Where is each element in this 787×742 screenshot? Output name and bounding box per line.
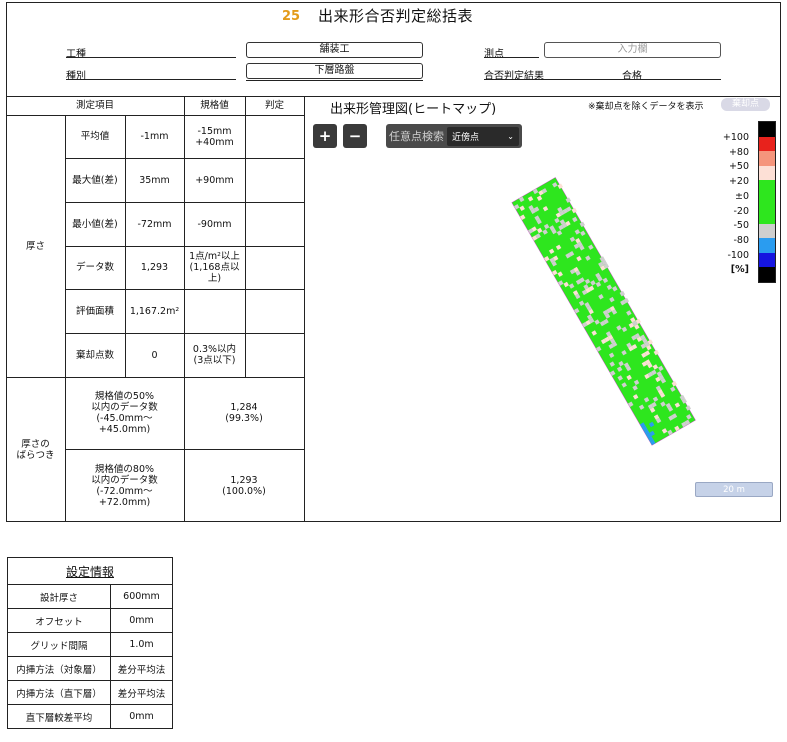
row-label: 評価面積 (75, 305, 114, 317)
settings-value: 600mm (110, 584, 173, 609)
point-search: 任意点検索 近傍点 ⌄ (386, 124, 522, 148)
legend-swatch (759, 180, 775, 209)
legend-swatch (759, 267, 775, 282)
row-spec: -15mm +40mm (195, 125, 234, 148)
legend-swatch (759, 223, 775, 238)
row-label: 最小値(差) (72, 218, 118, 230)
legend-unit: [%] (730, 264, 749, 276)
legend-label: -80 (733, 234, 749, 246)
variation-label: 厚さの ばらつき (16, 438, 55, 461)
row-label: 平均値 (80, 131, 110, 142)
variation-row-label: 規格値の80% 以内のデータ数 (-72.0mm～ +72.0mm) (91, 463, 158, 508)
map-note: ※棄却点を除くデータを表示 (588, 102, 704, 112)
settings-row: グリッド間隔 1.0m (7, 632, 173, 657)
result-underline (484, 79, 721, 80)
settings-table: 設定情報 設計厚さ 600mm オフセット 0mm グリッド間隔 1.0m 内挿方法（… (7, 557, 173, 729)
report-number: 25 (282, 9, 301, 24)
variation-row-value: 1,284 (99.3%) (225, 402, 263, 424)
legend-label: +20 (728, 176, 749, 188)
map-toolbar: + − 任意点検索 近傍点 ⌄ (313, 124, 522, 148)
settings-value: 1.0m (110, 632, 173, 657)
legend-swatch (759, 136, 775, 151)
shubetsu-field[interactable]: 下層路盤 (246, 63, 423, 79)
settings-row: オフセット 0mm (7, 608, 173, 633)
legend-swatch (759, 209, 775, 224)
legend-color-bar (758, 121, 776, 283)
row-value: 1,293 (140, 262, 169, 273)
row-label: データ数 (75, 262, 114, 273)
settings-row: 内挿方法（対象層） 差分平均法 (7, 656, 173, 681)
heatmap-strip (511, 177, 696, 446)
scale-bar: 20 m (695, 482, 773, 497)
legend-label: +80 (728, 146, 749, 158)
settings-title: 設定情報 (7, 557, 173, 585)
settings-label: 設計厚さ (7, 584, 111, 609)
header-judge: 判定 (264, 100, 284, 111)
legend-label: -50 (733, 220, 749, 232)
legend-swatch (759, 122, 775, 137)
row-value: -1mm (140, 131, 169, 142)
row-value: 1,167.2m² (129, 305, 180, 317)
thickness-label: 厚さ (25, 240, 45, 252)
settings-row: 内挿方法（直下層） 差分平均法 (7, 680, 173, 705)
reject-points-button[interactable]: 棄却点 (721, 98, 770, 111)
settings-label: 内挿方法（直下層） (7, 680, 111, 705)
variation-row-value: 1,293 (100.0%) (222, 474, 266, 497)
legend-label: +50 (728, 161, 749, 173)
map-title: 出来形管理図(ヒートマップ) (330, 102, 497, 117)
scale-label: 20 m (723, 485, 745, 495)
row-spec: -90mm (197, 218, 232, 230)
search-label: 任意点検索 (389, 130, 444, 143)
heatmap-svg[interactable] (305, 116, 781, 522)
shubetsu-underline (66, 79, 236, 80)
heatmap-area[interactable]: + − 任意点検索 近傍点 ⌄ +100 +80 +50 +20 ±0 -20 … (305, 116, 781, 522)
settings-label: グリッド間隔 (7, 632, 111, 657)
settings-row: 設計厚さ 600mm (7, 584, 173, 609)
koushu-field[interactable]: 舗装工 (246, 42, 423, 58)
zoom-out-button[interactable]: − (343, 124, 367, 148)
legend-label: -20 (733, 205, 749, 217)
row-spec: 1点/m²以上 (1,168点以 上) (189, 251, 240, 284)
legend-label: ±0 (734, 190, 749, 202)
legend-label: -100 (727, 249, 749, 261)
settings-value: 差分平均法 (110, 656, 173, 681)
sokuten-underline (484, 57, 539, 58)
variation-row-label: 規格値の50% 以内のデータ数 (-45.0mm～ +45.0mm) (91, 391, 158, 435)
chevron-down-icon: ⌄ (507, 131, 514, 141)
header-spec: 規格値 (200, 100, 229, 111)
row-spec: +90mm (195, 174, 234, 186)
sokuten-input[interactable]: 入力欄 (544, 42, 721, 58)
koushu-underline (66, 57, 236, 58)
page-title: 出来形合否判定総括表 (318, 7, 474, 25)
grid-line (245, 96, 246, 377)
legend-label: +100 (722, 132, 749, 143)
settings-value: 0mm (110, 608, 173, 633)
legend-labels: +100 +80 +50 +20 ±0 -20 -50 -80 -100 [%] (719, 131, 749, 278)
row-value: 35mm (139, 174, 170, 186)
settings-label: 内挿方法（対象層） (7, 656, 111, 681)
legend-swatch (759, 238, 775, 253)
row-value: 0 (151, 349, 158, 361)
legend-swatch (759, 165, 775, 180)
settings-value: 0mm (110, 704, 173, 729)
search-select-value: 近傍点 (452, 132, 480, 143)
header-measure-item: 測定項目 (75, 100, 114, 111)
legend-swatch (759, 151, 775, 166)
row-label: 最大値(差) (72, 174, 118, 186)
zoom-in-button[interactable]: + (313, 124, 337, 148)
settings-row: 直下層較差平均 0mm (7, 704, 173, 729)
settings-label: 直下層較差平均 (7, 704, 111, 729)
row-value: -72mm (137, 218, 172, 230)
legend-swatch (759, 252, 775, 267)
search-select[interactable]: 近傍点 ⌄ (447, 126, 519, 146)
settings-value: 差分平均法 (110, 680, 173, 705)
shubetsu-field-underline (246, 80, 423, 81)
settings-label: オフセット (7, 608, 111, 633)
row-label: 棄却点数 (75, 349, 114, 361)
row-spec: 0.3%以内 (3点以下) (192, 344, 237, 366)
